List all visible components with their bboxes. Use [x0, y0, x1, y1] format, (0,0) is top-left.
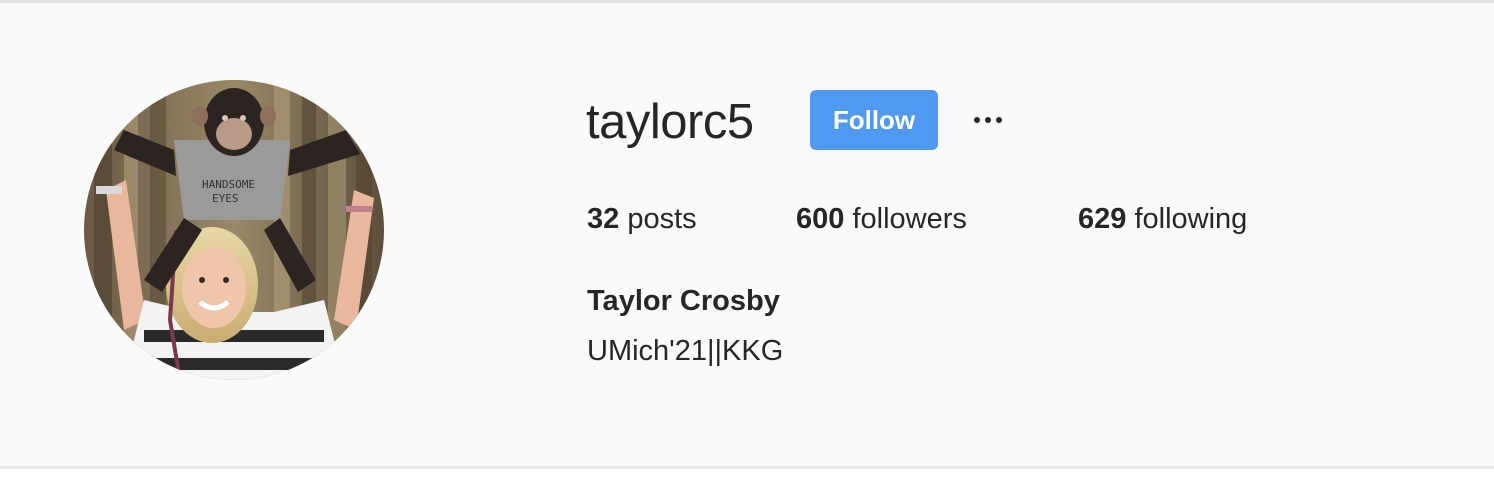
more-dot-3: [996, 117, 1002, 123]
profile-bio: UMich'21||KKG: [587, 335, 784, 367]
avatar-photo: HANDSOME EYES: [84, 80, 384, 380]
svg-text:HANDSOME: HANDSOME: [202, 178, 255, 191]
profile-avatar[interactable]: HANDSOME EYES: [84, 80, 384, 380]
following-count: 629: [1078, 203, 1127, 235]
posts-count: 32: [587, 203, 620, 235]
svg-text:EYES: EYES: [212, 192, 239, 205]
posts-label: posts: [627, 203, 697, 235]
top-divider: [0, 0, 1494, 3]
followers-count: 600: [796, 203, 845, 235]
posts-stat[interactable]: 32 posts: [587, 199, 697, 239]
profile-full-name: Taylor Crosby: [587, 285, 780, 317]
more-options-icon[interactable]: [966, 100, 1010, 140]
page-bottom-area: [0, 469, 1494, 500]
more-dot-1: [974, 117, 980, 123]
following-stat[interactable]: 629 following: [1078, 199, 1247, 239]
more-dot-2: [985, 117, 991, 123]
followers-stat[interactable]: 600 followers: [796, 199, 967, 239]
follow-button[interactable]: Follow: [810, 90, 938, 150]
following-label: following: [1134, 203, 1248, 235]
followers-label: followers: [852, 203, 967, 235]
profile-username: taylorc5: [586, 95, 754, 149]
